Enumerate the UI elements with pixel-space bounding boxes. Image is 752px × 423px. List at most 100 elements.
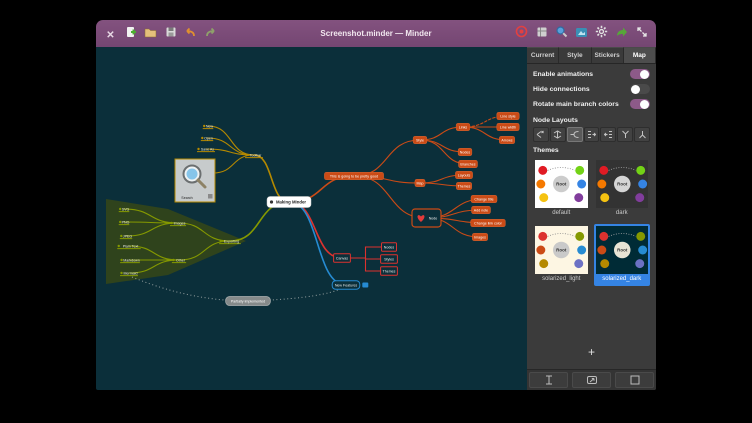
theme-tile-default[interactable]: Rootdefault	[533, 158, 590, 220]
layout-vertical-button[interactable]	[550, 127, 566, 142]
redo-button[interactable]	[203, 26, 218, 41]
mindmap-node-themes-map[interactable]: Themes	[456, 182, 472, 190]
node-label: This is going to be pretty good	[330, 174, 378, 178]
layout-to-right-button[interactable]	[584, 127, 600, 142]
node-label: Change link color	[474, 221, 503, 225]
mindmap-node-new[interactable]: New	[203, 124, 214, 128]
theme-swatch: Root	[535, 160, 588, 208]
board-button[interactable]	[534, 26, 549, 41]
switch-knob	[640, 100, 649, 109]
mindmap-node-map[interactable]: Map	[415, 179, 425, 187]
mindmap-node-branches[interactable]: Branches	[459, 160, 478, 168]
mindmap-node-themes-red[interactable]: Themes	[381, 267, 398, 276]
theme-tile-solarized_dark[interactable]: Root solarized_dark	[594, 224, 651, 286]
node-label: Links	[459, 125, 468, 129]
export-button[interactable]	[614, 26, 629, 41]
save-button[interactable]	[163, 26, 178, 41]
add-theme-button[interactable]: +	[582, 345, 602, 359]
mindmap-node-links[interactable]: Links	[456, 123, 470, 131]
focus-mode-icon	[515, 25, 528, 43]
mindmap-node-mermaid[interactable]: Mermaid	[120, 271, 138, 275]
node-label: Themes	[458, 184, 471, 188]
mindmap-node-nodes-red[interactable]: Nodes	[382, 243, 397, 252]
toggle-row-enable-animations: Enable animations	[533, 69, 650, 79]
connection-label[interactable]: Partially implemented	[226, 297, 271, 306]
layout-downwards-icon	[638, 130, 647, 139]
mindmap-canvas[interactable]: Making MinderToolbarNewOpenSave AsSearch…	[96, 47, 527, 390]
node-label: Line style	[500, 114, 515, 118]
node-label: Search	[181, 196, 192, 200]
new-document-button[interactable]	[123, 26, 138, 41]
branch-edge	[289, 202, 342, 258]
leaf-bullet	[120, 272, 122, 274]
theme-name: solarized_dark	[596, 274, 649, 284]
svg-text:Root: Root	[617, 248, 628, 253]
node-label: Add note	[474, 208, 488, 212]
mindmap-node-images-node[interactable]: Images	[472, 233, 488, 241]
search-button[interactable]	[554, 26, 569, 41]
focus-mode-button[interactable]	[514, 26, 529, 41]
mindmap-node-markdown[interactable]: Markdown	[120, 258, 140, 262]
toggle-switch[interactable]	[630, 69, 650, 79]
mindmap-node-linestyle[interactable]: Line style	[497, 112, 520, 120]
mindmap-node-changetitle[interactable]: Change title	[471, 195, 497, 203]
node-label: Layouts	[458, 173, 471, 177]
layout-downwards-button[interactable]	[634, 127, 650, 142]
tab-stickers[interactable]: Stickers	[592, 47, 624, 63]
tab-style[interactable]: Style	[559, 47, 591, 63]
layout-to-left-button[interactable]	[600, 127, 616, 142]
tab-map[interactable]: Map	[624, 47, 656, 63]
node-layouts-label: Node Layouts	[533, 117, 650, 124]
overview-icon	[575, 25, 588, 43]
mindmap-node-style[interactable]: Style	[413, 136, 427, 144]
fullscreen-button[interactable]	[634, 26, 649, 41]
mindmap-node-layouts[interactable]: Layouts	[455, 171, 472, 179]
mindmap-node-canvas-node[interactable]: Canvas	[334, 254, 351, 263]
open-folder-button[interactable]	[143, 26, 158, 41]
note-icon	[208, 194, 213, 199]
svg-text:Root: Root	[556, 182, 567, 187]
svg-text:Root: Root	[617, 182, 628, 187]
close-button[interactable]: ✕	[103, 26, 118, 41]
layout-upwards-button[interactable]	[617, 127, 633, 142]
node-label: Node	[429, 216, 438, 220]
frame-view-button[interactable]	[615, 372, 654, 388]
node-label: SVG	[122, 207, 130, 211]
node-label: Nodes	[384, 245, 395, 249]
mindmap-node-newfeatures[interactable]: New Features	[332, 281, 368, 290]
node-label: Styles	[384, 257, 394, 261]
node-label: Style	[416, 138, 424, 142]
node-label: PNG	[122, 220, 130, 224]
node-label: Branches	[460, 162, 475, 166]
overview-button[interactable]	[574, 26, 589, 41]
mindmap-node-linewidth[interactable]: Line width	[497, 123, 520, 131]
mindmap-node-saveas[interactable]: Save As	[197, 147, 215, 151]
thumbnail-export-button[interactable]	[572, 372, 611, 388]
toggle-switch[interactable]	[630, 99, 650, 109]
mindmap-node-nodes-style[interactable]: Nodes	[458, 148, 472, 156]
mindmap-node-search[interactable]: Search	[175, 159, 215, 202]
theme-tile-solarized_light[interactable]: Rootsolarized_light	[533, 224, 590, 286]
branch-edge	[289, 202, 346, 285]
mindmap-node-styles-red[interactable]: Styles	[381, 255, 398, 264]
branch-edge	[208, 126, 254, 155]
toggle-label: Hide connections	[533, 86, 590, 93]
undo-button[interactable]	[183, 26, 198, 41]
mindmap-node-changelink[interactable]: Change link color	[471, 219, 506, 227]
tab-current[interactable]: Current	[527, 47, 559, 63]
theme-tile-dark[interactable]: Rootdark	[594, 158, 651, 220]
layout-manual-button[interactable]	[533, 127, 549, 142]
mindmap-node-arrows[interactable]: Arrows	[499, 136, 515, 144]
mindmap-node-thisis[interactable]: This is going to be pretty good	[324, 172, 383, 180]
layout-horizontal-button[interactable]	[567, 127, 583, 142]
thumbnail-icon	[586, 374, 598, 386]
settings-button[interactable]	[594, 26, 609, 41]
mindmap-node-addnote[interactable]: Add note	[472, 206, 491, 214]
height-fit-button[interactable]	[529, 372, 568, 388]
mindmap-node-root[interactable]: Making Minder	[267, 197, 311, 208]
mindmap-node-open[interactable]: Open	[201, 136, 213, 140]
node-label: Line width	[500, 125, 516, 129]
node-label: Open	[204, 136, 213, 140]
mindmap-node-heart-node[interactable]: Node	[412, 209, 441, 227]
toggle-switch[interactable]	[630, 84, 650, 94]
